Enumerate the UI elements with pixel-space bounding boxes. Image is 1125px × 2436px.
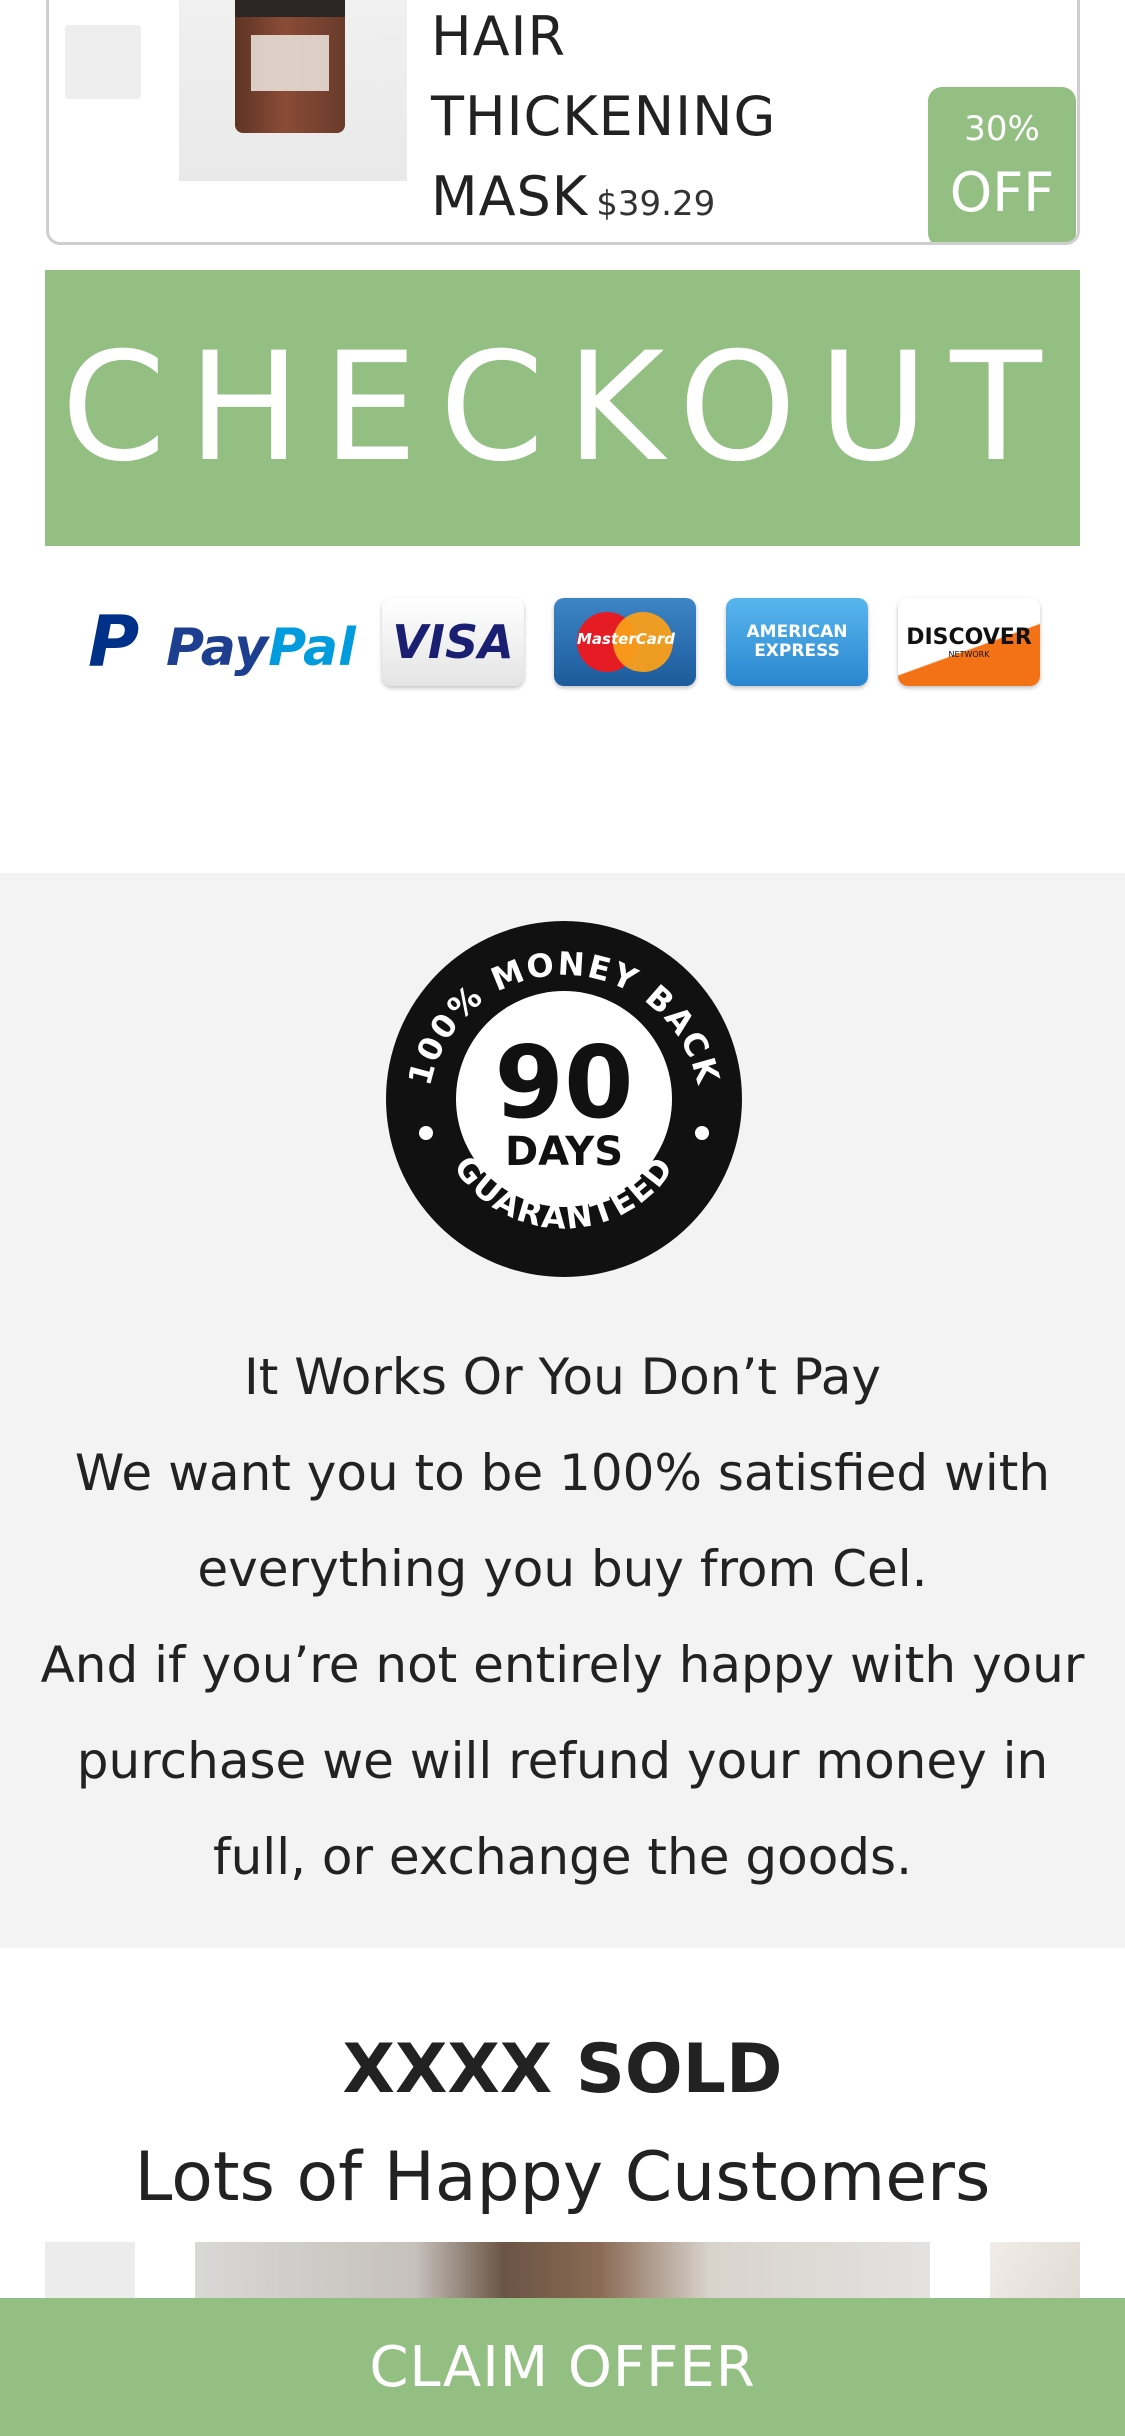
paypal-icon: P — [88, 601, 140, 683]
guarantee-headline: It Works Or You Don’t Pay — [244, 1348, 881, 1406]
sold-count-title: XXXX SOLD — [342, 2030, 783, 2109]
product-card: HAIR THICKENING MASK $39.29 30% OFF — [46, 0, 1080, 245]
mastercard-logo: MasterCard — [554, 598, 696, 686]
discount-percent: 30% — [964, 109, 1040, 149]
product-title-line: MASK — [431, 165, 589, 228]
product-price: $39.29 — [596, 184, 716, 224]
happy-customers-subtitle: Lots of Happy Customers — [134, 2138, 991, 2217]
paypal-text-pal: Pal — [268, 618, 356, 678]
mastercard-text: MasterCard — [577, 630, 675, 648]
product-title: HAIR THICKENING MASK $39.29 — [431, 0, 851, 242]
discount-off-label: OFF — [949, 161, 1055, 224]
paypal-logo: P PayPal — [84, 601, 364, 683]
amex-text-2: EXPRESS — [754, 641, 840, 661]
guarantee-text-line: purchase we will refund your money in — [76, 1732, 1049, 1790]
guarantee-text-line: And if you’re not entirely happy with yo… — [40, 1636, 1085, 1694]
paypal-text-pay: Pay — [166, 618, 269, 678]
amex-logo: AMERICAN EXPRESS — [726, 598, 868, 686]
guarantee-text-line: everything you buy from Cel. — [197, 1540, 928, 1598]
payment-methods: P PayPal VISA MasterCard AMERICAN EXPRESS… — [84, 598, 1044, 690]
product-select-checkbox[interactable] — [65, 25, 141, 99]
product-title-line: THICKENING — [431, 85, 777, 148]
guarantee-text-line: full, or exchange the goods. — [213, 1828, 912, 1886]
guarantee-section: 100% MONEY BACK GUARANTEED 90 DAYS It Wo… — [0, 873, 1125, 1948]
seal-days: DAYS — [505, 1129, 623, 1175]
product-image — [179, 0, 407, 181]
money-back-seal-icon: 100% MONEY BACK GUARANTEED 90 DAYS — [386, 921, 742, 1277]
seal-number: 90 — [494, 1024, 633, 1141]
claim-offer-button[interactable]: CLAIM OFFER — [0, 2298, 1125, 2436]
visa-logo: VISA — [382, 598, 524, 686]
discover-subtext: NETWORK — [948, 650, 990, 659]
discover-logo: DISCOVER NETWORK — [898, 598, 1040, 686]
amex-text-1: AMERICAN — [746, 622, 848, 642]
discount-badge: 30% OFF — [928, 87, 1076, 242]
checkout-button[interactable]: CHECKOUT — [45, 270, 1080, 546]
guarantee-text-line: We want you to be 100% satisfied with — [74, 1444, 1051, 1502]
jar-illustration — [235, 0, 345, 133]
product-title-line: HAIR — [431, 5, 566, 68]
discover-text: DISCOVER — [906, 625, 1032, 650]
